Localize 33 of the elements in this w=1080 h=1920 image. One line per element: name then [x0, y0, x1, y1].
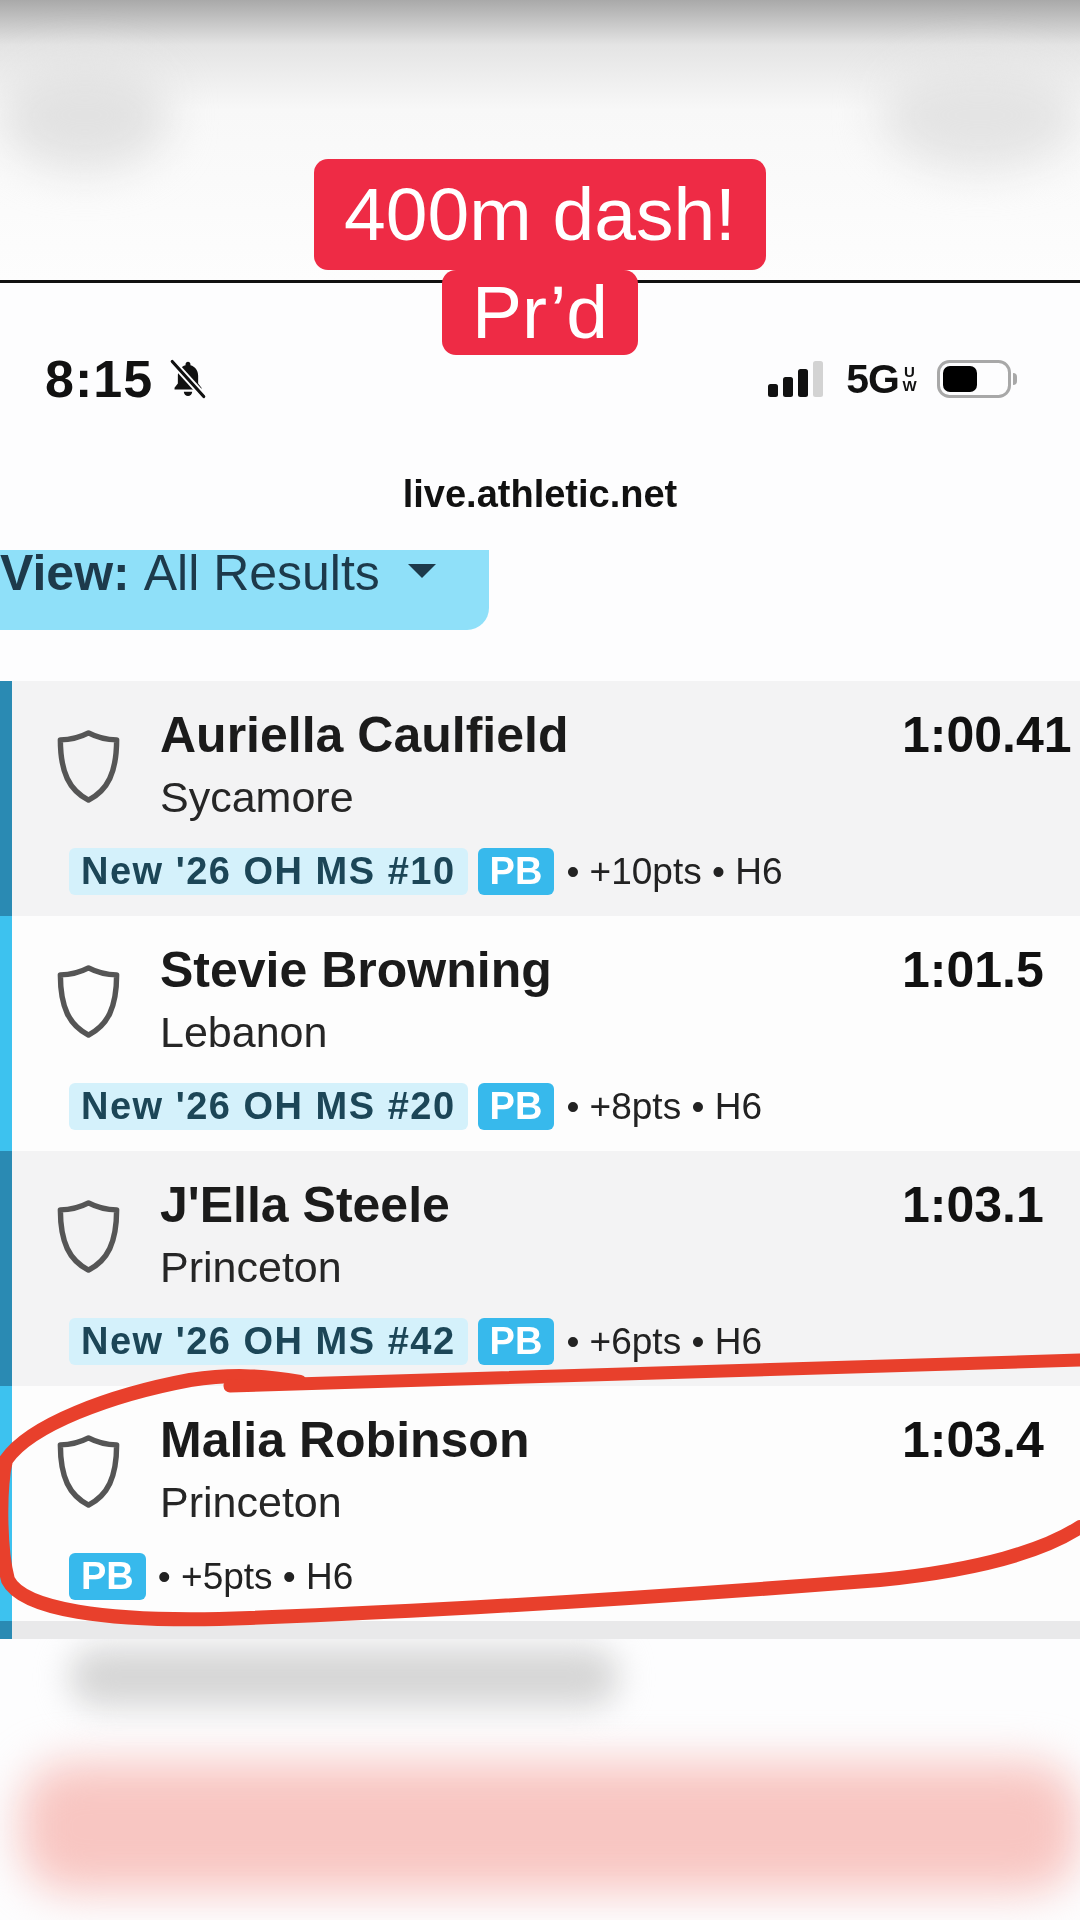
athlete-name: J'Ella Steele: [160, 1176, 450, 1234]
school-name: Lebanon: [160, 1007, 328, 1057]
caption-text: Pr’d: [441, 270, 639, 355]
school-name: Princeton: [160, 1477, 342, 1527]
athlete-name: Stevie Browning: [160, 941, 552, 999]
pb-badge: PB: [477, 1083, 555, 1130]
result-time: 1:01.5: [902, 942, 1044, 998]
athlete-name: Malia Robinson: [160, 1411, 530, 1469]
ranking-tag: New '26 OH MS #20: [69, 1083, 468, 1130]
athlete-name: Auriella Caulfield: [160, 706, 569, 764]
status-time: 8:15: [45, 349, 154, 409]
result-details: • +5pts • H6: [157, 1555, 354, 1598]
result-details: • +10pts • H6: [566, 850, 783, 893]
ranking-tag: New '26 OH MS #10: [69, 848, 468, 895]
school-name: Sycamore: [160, 772, 354, 822]
caret-icon: [407, 564, 436, 578]
result-time: 1:00.41: [902, 707, 1072, 763]
battery-icon: [937, 360, 1019, 398]
result-time: 1:03.4: [902, 1412, 1044, 1468]
pb-badge: PB: [69, 1553, 146, 1600]
school-name: Princeton: [160, 1242, 342, 1292]
network-type: 5G: [846, 357, 899, 401]
pb-badge: PB: [477, 848, 555, 895]
view-dropdown[interactable]: View: All Results: [0, 550, 489, 630]
address-bar-url[interactable]: live.athletic.net: [402, 473, 678, 515]
caption-text: 400m dash!: [314, 159, 766, 270]
network-suffix: UW: [902, 365, 917, 393]
result-details: • +8pts • H6: [566, 1085, 762, 1128]
result-details: • +6pts • H6: [566, 1320, 762, 1363]
pb-badge: PB: [477, 1318, 555, 1365]
ranking-tag: New '26 OH MS #42: [69, 1318, 468, 1365]
signal-bars-icon: [768, 361, 824, 397]
result-time: 1:03.1: [902, 1177, 1044, 1233]
